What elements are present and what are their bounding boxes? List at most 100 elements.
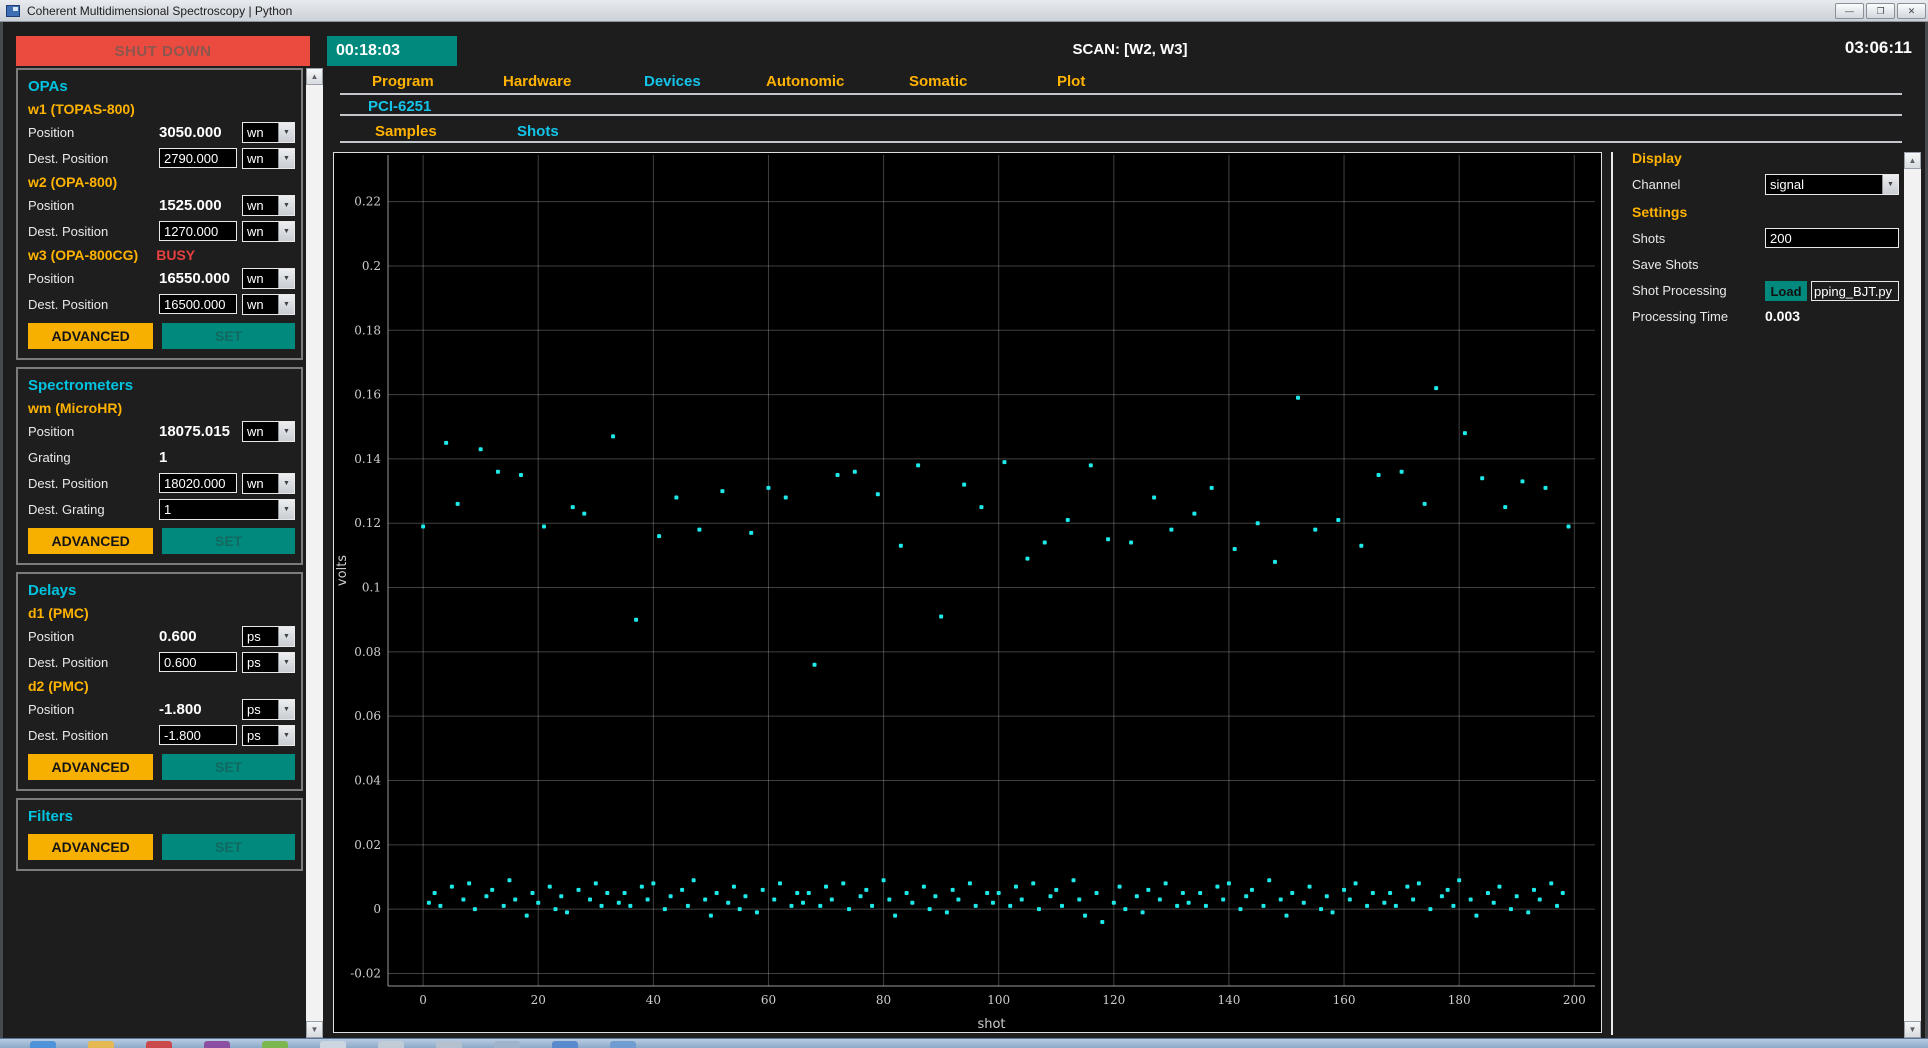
chevron-down-icon[interactable]: ▼ [278, 699, 294, 719]
browser-icon[interactable] [30, 1041, 56, 1048]
panel-splitter[interactable] [1611, 152, 1613, 1035]
chevron-down-icon[interactable]: ▼ [278, 499, 294, 519]
load-button[interactable]: Load [1765, 281, 1807, 301]
terminal-icon[interactable] [494, 1041, 520, 1048]
menu-hardware[interactable]: Hardware [503, 73, 571, 90]
units-value: wn [247, 223, 264, 239]
channel-select[interactable]: signal ▼ [1765, 174, 1899, 195]
section-title: Filters [28, 808, 74, 825]
python-icon[interactable] [552, 1041, 578, 1048]
shots-plot[interactable]: -0.02 0 0.02 0.04 0.06 0.08 0.1 0.12 0.14 0.16 0.1… [333, 152, 1602, 1033]
dest-position-input[interactable]: 0.600 [159, 652, 237, 672]
menu-program[interactable]: Program [372, 73, 434, 90]
units-select[interactable]: ps ▼ [242, 698, 295, 720]
chevron-down-icon[interactable]: ▼ [278, 652, 294, 672]
advanced-button[interactable]: ADVANCED [28, 528, 154, 554]
window-title: Coherent Multidimensional Spectroscopy |… [27, 3, 293, 18]
advanced-button[interactable]: ADVANCED [28, 834, 154, 860]
minimize-button[interactable]: — [1835, 3, 1864, 19]
close-button[interactable]: ✕ [1897, 3, 1926, 19]
chevron-down-icon[interactable]: ▼ [278, 421, 294, 441]
units-select[interactable]: wn ▼ [242, 147, 295, 169]
units-select[interactable]: ps ▼ [242, 625, 295, 647]
units-select[interactable]: wn ▼ [242, 220, 295, 242]
units-select[interactable]: wn ▼ [242, 472, 295, 494]
chevron-down-icon[interactable]: ▼ [278, 725, 294, 745]
chevron-down-icon[interactable]: ▼ [278, 294, 294, 314]
explorer-icon[interactable] [610, 1041, 636, 1048]
set-button[interactable]: SET [162, 528, 295, 554]
editor-icon[interactable] [204, 1041, 230, 1048]
window-left-border [0, 22, 3, 1038]
chevron-down-icon[interactable]: ▼ [278, 268, 294, 288]
folder-icon[interactable] [88, 1041, 114, 1048]
scroll-down-icon[interactable]: ▼ [1904, 1021, 1921, 1038]
set-button[interactable]: SET [162, 323, 295, 349]
sidebar-scrollbar[interactable]: ▲ ▼ [306, 68, 323, 1038]
shot-processing-file[interactable]: pping_BJT.py [1811, 281, 1899, 301]
hardware-name: w3 (OPA-800CG) [28, 246, 139, 263]
scroll-up-icon[interactable]: ▲ [306, 68, 323, 85]
set-button[interactable]: SET [162, 834, 295, 860]
right-panel-scrollbar[interactable]: ▲ ▼ [1904, 152, 1921, 1038]
dest-position-input[interactable]: 16500.000 [159, 294, 237, 314]
windows-taskbar[interactable] [0, 1038, 1928, 1048]
media-icon[interactable] [146, 1041, 172, 1048]
tab-samples[interactable]: Samples [375, 123, 437, 140]
units-value: wn [247, 423, 264, 439]
shot-processing-label: Shot Processing [1632, 283, 1727, 298]
menu-devices[interactable]: Devices [644, 73, 701, 90]
dest-grating-select[interactable]: 1 ▼ [159, 498, 295, 520]
units-select[interactable]: wn ▼ [242, 194, 295, 216]
app-gray1-icon[interactable] [320, 1041, 346, 1048]
hardware-sidebar: OPAs w1 (TOPAS-800) Position 3050.000 wn… [16, 68, 303, 878]
chevron-down-icon[interactable]: ▼ [278, 473, 294, 493]
processing-time-value: 0.003 [1765, 308, 1801, 324]
svg-text:0.08: 0.08 [354, 645, 381, 659]
units-select[interactable]: wn ▼ [242, 121, 295, 143]
advanced-button[interactable]: ADVANCED [28, 323, 154, 349]
dest-position-input[interactable]: -1.800 [159, 725, 237, 745]
units-select[interactable]: ps ▼ [242, 724, 295, 746]
menu-somatic[interactable]: Somatic [909, 73, 967, 90]
separator-line [340, 141, 1902, 143]
advanced-button[interactable]: ADVANCED [28, 754, 154, 780]
set-button[interactable]: SET [162, 754, 295, 780]
restore-button[interactable]: ❐ [1866, 3, 1895, 19]
dest-position-input[interactable]: 2790.000 [159, 148, 237, 168]
app-window: Coherent Multidimensional Spectroscopy |… [0, 0, 1928, 1048]
shots-input[interactable]: 200 [1765, 228, 1899, 248]
chevron-down-icon[interactable]: ▼ [278, 148, 294, 168]
device-tab-pci6251[interactable]: PCI-6251 [368, 98, 431, 115]
chevron-down-icon[interactable]: ▼ [278, 221, 294, 241]
menu-autonomic[interactable]: Autonomic [766, 73, 844, 90]
grating-row: Grating 1 [28, 444, 295, 470]
units-select[interactable]: wn ▼ [242, 420, 295, 442]
units-select[interactable]: ps ▼ [242, 651, 295, 673]
hardware-name: w2 (OPA-800) [28, 173, 118, 190]
app-green-icon[interactable] [262, 1041, 288, 1048]
menu-plot[interactable]: Plot [1057, 73, 1085, 90]
svg-text:140: 140 [1217, 993, 1240, 1007]
save-shots-label: Save Shots [1632, 257, 1699, 272]
shutdown-button[interactable]: SHUT DOWN [16, 36, 310, 66]
scatter-chart[interactable]: -0.02 0 0.02 0.04 0.06 0.08 0.1 0.12 0.14 0.16 0.1… [334, 153, 1601, 1032]
chevron-down-icon[interactable]: ▼ [278, 195, 294, 215]
row-label: Dest. Position [28, 223, 109, 239]
tab-shots[interactable]: Shots [517, 123, 559, 140]
units-select[interactable]: wn ▼ [242, 267, 295, 289]
scroll-down-icon[interactable]: ▼ [306, 1021, 323, 1038]
units-select[interactable]: wn ▼ [242, 293, 295, 315]
app-gray2-icon[interactable] [378, 1041, 404, 1048]
chevron-down-icon[interactable]: ▼ [1882, 175, 1898, 194]
chevron-down-icon[interactable]: ▼ [278, 626, 294, 646]
svg-text:0.2: 0.2 [362, 259, 381, 273]
row-label: Dest. Grating [28, 501, 105, 517]
app-gray3-icon[interactable] [436, 1041, 462, 1048]
svg-text:0: 0 [373, 902, 381, 916]
dest-position-input[interactable]: 1270.000 [159, 221, 237, 241]
scroll-up-icon[interactable]: ▲ [1904, 152, 1921, 169]
chevron-down-icon[interactable]: ▼ [278, 122, 294, 142]
dest-position-input[interactable]: 18020.000 [159, 473, 237, 493]
svg-text:0.04: 0.04 [354, 774, 381, 788]
